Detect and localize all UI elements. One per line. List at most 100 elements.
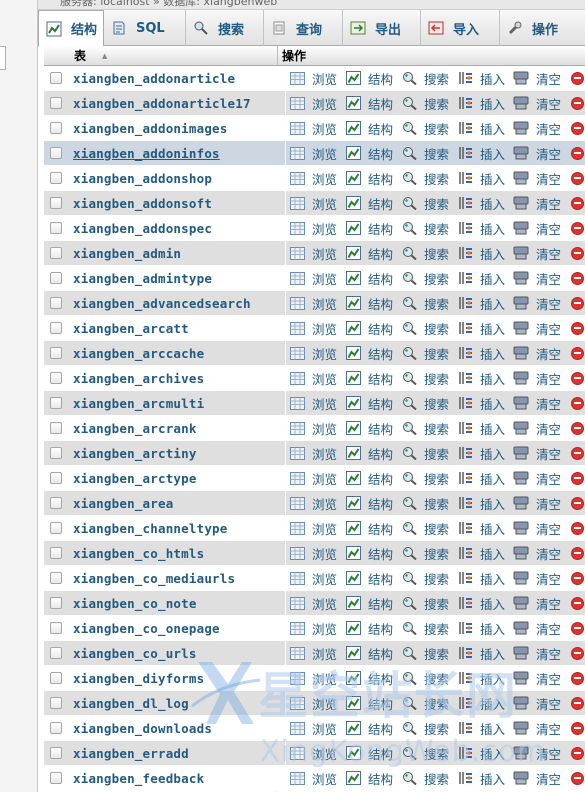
drop-icon[interactable] (571, 546, 584, 560)
browse-action[interactable]: 浏览 (289, 369, 345, 388)
table-name-link[interactable]: xiangben_addonarticle17 (73, 96, 285, 111)
empty-action[interactable]: 清空 (513, 319, 569, 338)
table-name-link[interactable]: xiangben_co_onepage (73, 621, 285, 636)
search-action[interactable]: 搜索 (401, 94, 457, 113)
structure-action[interactable]: 结构 (345, 694, 401, 713)
structure-action[interactable]: 结构 (345, 219, 401, 238)
table-name-link[interactable]: xiangben_arcmulti (73, 396, 285, 411)
drop-icon[interactable] (571, 446, 584, 460)
table-name-link[interactable]: xiangben_admin (73, 246, 285, 261)
table-row[interactable]: xiangben_co_urls 浏览 结构 搜索 插入 清空 (44, 640, 585, 666)
search-action[interactable]: 搜索 (401, 694, 457, 713)
drop-icon[interactable] (571, 246, 584, 260)
row-checkbox[interactable] (50, 722, 62, 734)
empty-action[interactable]: 清空 (513, 719, 569, 738)
insert-action[interactable]: 插入 (457, 469, 513, 488)
browse-action[interactable]: 浏览 (289, 419, 345, 438)
table-row[interactable]: xiangben_addonshop 浏览 结构 搜索 插入 清空 (44, 165, 585, 191)
drop-icon[interactable] (571, 596, 584, 610)
insert-action[interactable]: 插入 (457, 694, 513, 713)
insert-action[interactable]: 插入 (457, 344, 513, 363)
row-checkbox[interactable] (50, 97, 62, 109)
empty-action[interactable]: 清空 (513, 69, 569, 88)
row-checkbox[interactable] (50, 472, 62, 484)
empty-action[interactable]: 清空 (513, 194, 569, 213)
empty-action[interactable]: 清空 (513, 769, 569, 788)
row-checkbox[interactable] (50, 772, 62, 784)
browse-action[interactable]: 浏览 (289, 644, 345, 663)
table-row[interactable]: xiangben_downloads 浏览 结构 搜索 插入 清空 (44, 715, 585, 741)
row-checkbox[interactable] (50, 547, 62, 559)
empty-action[interactable]: 清空 (513, 594, 569, 613)
structure-action[interactable]: 结构 (345, 69, 401, 88)
table-name-link[interactable]: xiangben_feedback (73, 771, 285, 786)
search-action[interactable]: 搜索 (401, 719, 457, 738)
browse-action[interactable]: 浏览 (289, 569, 345, 588)
drop-icon[interactable] (571, 671, 584, 685)
search-action[interactable]: 搜索 (401, 269, 457, 288)
browse-action[interactable]: 浏览 (289, 619, 345, 638)
search-action[interactable]: 搜索 (401, 769, 457, 788)
table-row[interactable]: xiangben_co_onepage 浏览 结构 搜索 插入 清空 (44, 615, 585, 641)
empty-action[interactable]: 清空 (513, 494, 569, 513)
row-checkbox[interactable] (50, 497, 62, 509)
structure-action[interactable]: 结构 (345, 94, 401, 113)
browse-action[interactable]: 浏览 (289, 544, 345, 563)
row-checkbox[interactable] (50, 72, 62, 84)
browse-action[interactable]: 浏览 (289, 744, 345, 763)
browse-action[interactable]: 浏览 (289, 144, 345, 163)
browse-action[interactable]: 浏览 (289, 594, 345, 613)
drop-icon[interactable] (571, 771, 584, 785)
empty-action[interactable]: 清空 (513, 294, 569, 313)
search-action[interactable]: 搜索 (401, 219, 457, 238)
table-name-link[interactable]: xiangben_arcatt (73, 321, 285, 336)
browse-action[interactable]: 浏览 (289, 769, 345, 788)
search-action[interactable]: 搜索 (401, 244, 457, 263)
drop-icon[interactable] (571, 196, 584, 210)
structure-action[interactable]: 结构 (345, 444, 401, 463)
structure-action[interactable]: 结构 (345, 719, 401, 738)
table-row[interactable]: xiangben_co_note 浏览 结构 搜索 插入 清空 (44, 590, 585, 616)
search-action[interactable]: 搜索 (401, 369, 457, 388)
drop-icon[interactable] (571, 296, 584, 310)
insert-action[interactable]: 插入 (457, 669, 513, 688)
structure-action[interactable]: 结构 (345, 119, 401, 138)
row-checkbox[interactable] (50, 422, 62, 434)
row-checkbox[interactable] (50, 372, 62, 384)
drop-icon[interactable] (571, 521, 584, 535)
search-action[interactable]: 搜索 (401, 619, 457, 638)
structure-action[interactable]: 结构 (345, 769, 401, 788)
table-name-link[interactable]: xiangben_co_htmls (73, 546, 285, 561)
table-name-link[interactable]: xiangben_addoninfos (73, 146, 285, 161)
table-row[interactable]: xiangben_arcmulti 浏览 结构 搜索 插入 清空 (44, 390, 585, 416)
insert-action[interactable]: 插入 (457, 494, 513, 513)
empty-action[interactable]: 清空 (513, 669, 569, 688)
browse-action[interactable]: 浏览 (289, 519, 345, 538)
empty-action[interactable]: 清空 (513, 169, 569, 188)
drop-icon[interactable] (571, 271, 584, 285)
drop-icon[interactable] (571, 221, 584, 235)
table-row[interactable]: xiangben_addonarticle 浏览 结构 搜索 插入 清空 (44, 65, 585, 91)
row-checkbox[interactable] (50, 272, 62, 284)
empty-action[interactable]: 清空 (513, 244, 569, 263)
browse-action[interactable]: 浏览 (289, 319, 345, 338)
row-checkbox[interactable] (50, 747, 62, 759)
insert-action[interactable]: 插入 (457, 444, 513, 463)
structure-action[interactable]: 结构 (345, 169, 401, 188)
drop-icon[interactable] (571, 571, 584, 585)
row-checkbox[interactable] (50, 622, 62, 634)
table-name-link[interactable]: xiangben_addonimages (73, 121, 285, 136)
row-checkbox[interactable] (50, 397, 62, 409)
panel-collapse-handle[interactable] (0, 46, 6, 70)
structure-action[interactable]: 结构 (345, 644, 401, 663)
browse-action[interactable]: 浏览 (289, 694, 345, 713)
insert-action[interactable]: 插入 (457, 319, 513, 338)
search-action[interactable]: 搜索 (401, 69, 457, 88)
table-row[interactable]: xiangben_erradd 浏览 结构 搜索 插入 清空 (44, 740, 585, 766)
table-name-link[interactable]: xiangben_arctype (73, 471, 285, 486)
browse-action[interactable]: 浏览 (289, 469, 345, 488)
tab-operations[interactable]: 操作 (500, 10, 564, 46)
structure-action[interactable]: 结构 (345, 369, 401, 388)
table-name-link[interactable]: xiangben_arccache (73, 346, 285, 361)
structure-action[interactable]: 结构 (345, 319, 401, 338)
